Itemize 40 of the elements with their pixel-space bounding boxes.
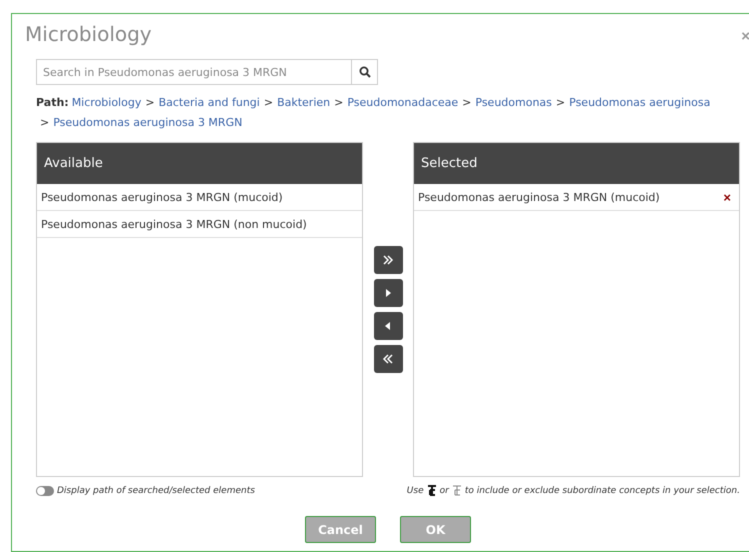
breadcrumb-link[interactable]: Bacteria and fungi <box>158 93 260 113</box>
panel-header: Selected <box>414 143 739 184</box>
path-label: Path: <box>36 96 69 109</box>
double-chevron-left-icon <box>382 353 394 365</box>
breadcrumb-link[interactable]: Pseudomonas aeruginosa <box>569 93 710 113</box>
breadcrumb-link[interactable]: Microbiology <box>72 93 142 113</box>
toggle-switch[interactable] <box>36 486 54 496</box>
hint-text: to include or exclude subordinate concepts in your selection. <box>464 486 740 496</box>
transfer-button[interactable] <box>374 312 402 340</box>
path-separator: > <box>334 95 344 111</box>
path-separator: > <box>145 95 155 111</box>
path-separator: > <box>462 95 472 111</box>
breadcrumb-link[interactable]: Bakterien <box>277 93 330 113</box>
list-item[interactable]: Pseudomonas aeruginosa 3 MRGN (mucoid) × <box>414 184 739 211</box>
item-label: Pseudomonas aeruginosa 3 MRGN (non mucoid) <box>41 218 307 230</box>
path-separator: > <box>556 95 566 111</box>
panel-header: Available <box>37 143 362 184</box>
toggle-label: Display path of searched/selected elements <box>57 486 255 496</box>
transfer-button[interactable] <box>374 345 402 373</box>
breadcrumb-link[interactable]: Pseudomonadaceae <box>347 93 458 113</box>
search-button[interactable] <box>351 59 378 85</box>
search-field[interactable]: Search in Pseudomonas aeruginosa 3 MRGN <box>36 59 351 85</box>
remove-button[interactable]: × <box>723 190 731 204</box>
list-item[interactable]: Pseudomonas aeruginosa 3 MRGN (non mucoid) <box>37 211 362 238</box>
path-separator: > <box>40 115 50 131</box>
item-label: Pseudomonas aeruginosa 3 MRGN (mucoid) <box>418 190 660 204</box>
list-item[interactable]: Pseudomonas aeruginosa 3 MRGN (mucoid) <box>37 184 362 211</box>
breadcrumb-link[interactable]: Pseudomonas aeruginosa 3 MRGN <box>53 113 242 133</box>
search-icon <box>358 66 370 78</box>
hint-text: or <box>440 486 449 496</box>
exclude-icon <box>452 485 462 496</box>
double-chevron-right-icon <box>382 254 394 266</box>
path-separator: > <box>264 95 274 111</box>
include-icon <box>426 485 437 496</box>
transfer-button[interactable] <box>374 246 402 274</box>
dialog-title: Microbiology <box>25 22 152 46</box>
transfer-button[interactable] <box>374 279 402 307</box>
breadcrumb-link[interactable]: Pseudomonas <box>475 93 552 113</box>
hint-text: Use <box>406 486 424 496</box>
item-label: Pseudomonas aeruginosa 3 MRGN (mucoid) <box>41 190 283 204</box>
